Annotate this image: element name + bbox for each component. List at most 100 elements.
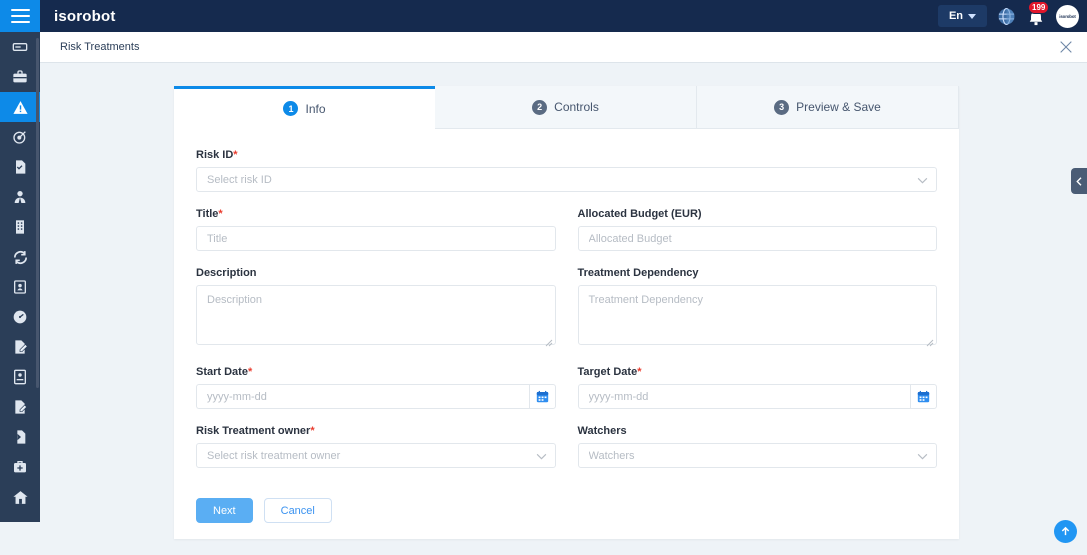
tab-number-badge: 2 xyxy=(532,99,548,115)
required-marker: * xyxy=(637,366,642,378)
sidebar-item-personnel[interactable] xyxy=(0,182,40,212)
title-input[interactable] xyxy=(196,226,556,251)
required-marker: * xyxy=(247,366,253,378)
user-avatar[interactable]: isorobot xyxy=(1056,4,1079,28)
tab-controls[interactable]: 2 Controls xyxy=(435,86,697,129)
row-owner-watchers: Risk Treatment owner* Watchers xyxy=(196,425,937,484)
language-label: En xyxy=(948,10,963,22)
language-selector[interactable]: En xyxy=(937,5,987,27)
form-actions: Next Cancel xyxy=(196,498,937,523)
calendar-icon[interactable] xyxy=(910,384,937,409)
first-aid-icon xyxy=(14,461,26,473)
treatment-dependency-wrapper xyxy=(577,285,937,350)
watchers-select[interactable] xyxy=(577,443,937,468)
globe-icon[interactable] xyxy=(997,7,1016,26)
watchers-select-wrapper[interactable] xyxy=(577,443,937,468)
description-wrapper xyxy=(196,285,556,350)
row-dates: Start Date* yyyy-mm-dd Target Date* yyyy… xyxy=(196,366,937,425)
field-start-date: Start Date* xyxy=(196,366,556,425)
sidebar-item-audits[interactable] xyxy=(0,332,40,362)
sidebar-item-risk[interactable] xyxy=(0,92,40,122)
next-button[interactable]: Next xyxy=(196,498,253,523)
export-icon xyxy=(13,430,26,444)
risk-treatment-owner-select-wrapper[interactable] xyxy=(196,443,556,468)
label-text: Allocated Budget (EUR) xyxy=(577,208,702,220)
label-description: Description xyxy=(196,267,556,279)
label-text: Title xyxy=(196,208,219,220)
label-target-date: Target Date* xyxy=(578,366,938,378)
briefcase-icon xyxy=(13,70,27,83)
sidebar-item-business[interactable] xyxy=(0,62,40,92)
description-textarea[interactable] xyxy=(196,285,556,345)
label-title: Title* xyxy=(196,208,556,220)
start-date-input[interactable] xyxy=(196,384,529,409)
row-title-budget: Title* Allocated Budget (EUR) xyxy=(196,208,937,267)
building-icon xyxy=(16,220,24,234)
refresh-icon xyxy=(13,250,27,264)
target-date-wrapper xyxy=(577,384,937,409)
top-bar-actions: En 199 isorobot xyxy=(937,0,1087,32)
close-icon[interactable] xyxy=(1055,36,1077,58)
allocated-budget-input[interactable] xyxy=(577,226,937,251)
sidebar-item-health-safety[interactable] xyxy=(0,452,40,482)
app-logo: isorobot xyxy=(54,7,116,25)
sidebar-item-forms[interactable] xyxy=(0,392,40,422)
tab-label: Info xyxy=(305,101,326,116)
risk-treatment-form-card: 1 Info 2 Controls 3 Preview & Save Risk … xyxy=(174,86,959,539)
form-edit-icon xyxy=(15,400,28,414)
chevron-down-icon xyxy=(968,13,976,19)
scroll-to-top-button[interactable] xyxy=(1054,520,1077,543)
risk-id-select[interactable] xyxy=(196,167,937,192)
sidebar-item-cards[interactable] xyxy=(0,32,40,62)
label-text: Treatment Dependency xyxy=(577,267,699,279)
calendar-icon[interactable] xyxy=(528,384,556,409)
tab-preview-save[interactable]: 3 Preview & Save xyxy=(697,86,959,129)
arrow-up-icon xyxy=(1061,526,1070,536)
sidebar-item-processes[interactable] xyxy=(0,242,40,272)
treatment-dependency-textarea[interactable] xyxy=(577,285,937,345)
field-treatment-dependency: Treatment Dependency xyxy=(577,267,937,366)
label-text: Target Date xyxy=(577,366,638,378)
wizard-tabs: 1 Info 2 Controls 3 Preview & Save xyxy=(174,86,959,129)
main-content: 1 Info 2 Controls 3 Preview & Save Risk … xyxy=(40,63,1087,555)
id-card-icon xyxy=(14,280,26,294)
hamburger-menu-button[interactable] xyxy=(0,0,40,32)
document-check-icon xyxy=(16,160,26,174)
notifications-button[interactable]: 199 xyxy=(1026,1,1050,27)
field-watchers: Watchers xyxy=(577,425,937,484)
card-icon xyxy=(12,43,28,51)
sidebar-item-records[interactable] xyxy=(0,272,40,302)
speedometer-icon xyxy=(13,310,27,324)
sidebar-item-compliance[interactable] xyxy=(0,362,40,392)
target-date-input[interactable] xyxy=(577,384,910,409)
tab-info[interactable]: 1 Info xyxy=(174,86,435,129)
required-marker: * xyxy=(233,149,238,161)
page-title: Risk Treatments xyxy=(60,41,140,53)
risk-treatment-owner-select[interactable] xyxy=(196,443,556,468)
label-text: Start Date xyxy=(196,366,248,378)
sidebar-item-organization[interactable] xyxy=(0,212,40,242)
sidebar-scrollbar[interactable] xyxy=(36,38,39,388)
left-sidebar[interactable] xyxy=(0,32,40,522)
info-form: Risk ID* Title* xyxy=(174,129,959,523)
hamburger-icon-line xyxy=(10,9,30,11)
tab-number-badge: 3 xyxy=(774,99,790,115)
required-marker: * xyxy=(310,425,315,437)
sidebar-item-export[interactable] xyxy=(0,422,40,452)
side-panel-toggle[interactable] xyxy=(1071,168,1087,194)
risk-id-select-wrapper[interactable] xyxy=(196,167,937,192)
sidebar-item-objectives[interactable] xyxy=(0,122,40,152)
target-icon xyxy=(13,131,26,144)
label-text: Risk ID xyxy=(196,149,234,161)
warning-triangle-icon xyxy=(12,100,28,114)
tab-label: Controls xyxy=(554,100,599,114)
avatar-label: isorobot xyxy=(1059,13,1076,19)
sidebar-item-performance[interactable] xyxy=(0,302,40,332)
hamburger-icon-line xyxy=(10,15,30,17)
sidebar-item-documents[interactable] xyxy=(0,152,40,182)
document-edit-icon xyxy=(15,340,28,354)
sidebar-item-home[interactable] xyxy=(0,482,40,512)
cancel-button[interactable]: Cancel xyxy=(263,498,332,523)
hamburger-icon-line xyxy=(10,21,30,23)
start-date-wrapper xyxy=(196,384,556,409)
